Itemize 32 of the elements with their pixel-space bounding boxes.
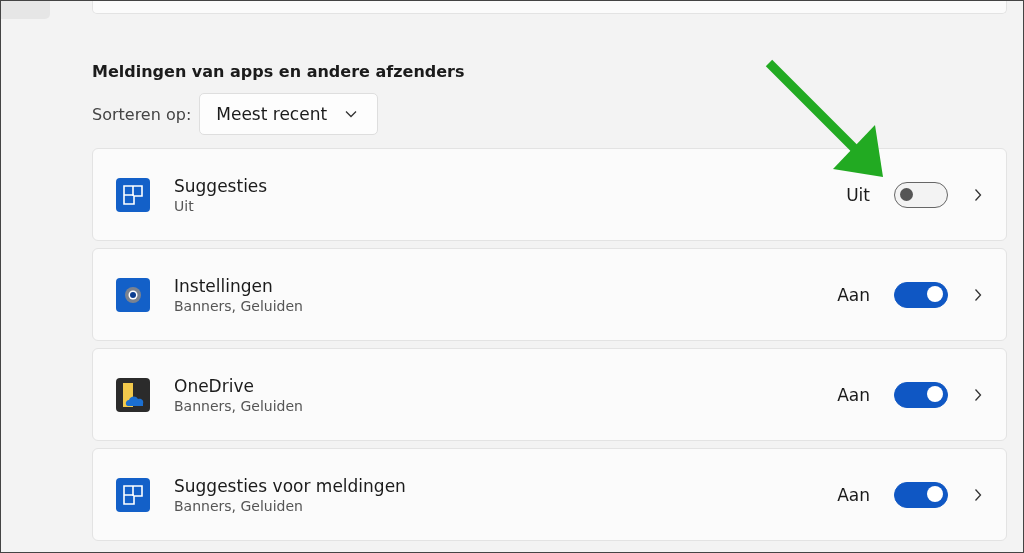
- app-row[interactable]: Instellingen Banners, Geluiden Aan: [92, 248, 1007, 341]
- toggle-switch[interactable]: [894, 181, 948, 208]
- toggle-state-label: Aan: [837, 284, 870, 305]
- app-detail: Banners, Geluiden: [174, 397, 304, 414]
- app-tiles-icon: [116, 477, 150, 512]
- app-name: Instellingen: [174, 275, 274, 296]
- chevron-down-icon: [345, 110, 358, 118]
- toggle-switch[interactable]: [894, 481, 948, 508]
- app-name: OneDrive: [174, 375, 255, 396]
- app-name: Suggesties: [174, 175, 269, 196]
- toggle-state-label: Aan: [837, 484, 870, 505]
- app-detail: Banners, Geluiden: [174, 497, 304, 514]
- toggle-state-label: Aan: [837, 384, 870, 405]
- folder-cloud-icon: [116, 377, 150, 412]
- chevron-right-icon: [974, 287, 982, 302]
- toggle-switch[interactable]: [894, 281, 948, 308]
- section-title: Meldingen van apps en andere afzenders: [92, 62, 466, 81]
- app-row[interactable]: Suggesties Uit Uit: [92, 148, 1007, 241]
- app-detail: Uit: [174, 197, 195, 214]
- toggle-switch[interactable]: [894, 381, 948, 408]
- app-detail: Banners, Geluiden: [174, 297, 304, 314]
- app-tiles-icon: [116, 177, 150, 212]
- toggle-state-label: Uit: [846, 184, 870, 205]
- gear-icon: [116, 277, 150, 312]
- app-row[interactable]: OneDrive Banners, Geluiden Aan: [92, 348, 1007, 441]
- sort-label: Sorteren op:: [92, 104, 192, 124]
- chevron-right-icon: [974, 187, 982, 202]
- app-row[interactable]: Suggesties voor meldingen Banners, Geluiden Aan: [92, 448, 1007, 541]
- app-name: Suggesties voor meldingen: [174, 475, 407, 496]
- sort-dropdown[interactable]: Meest recent: [199, 93, 379, 135]
- chevron-right-icon: [974, 387, 982, 402]
- chevron-right-icon: [974, 487, 982, 502]
